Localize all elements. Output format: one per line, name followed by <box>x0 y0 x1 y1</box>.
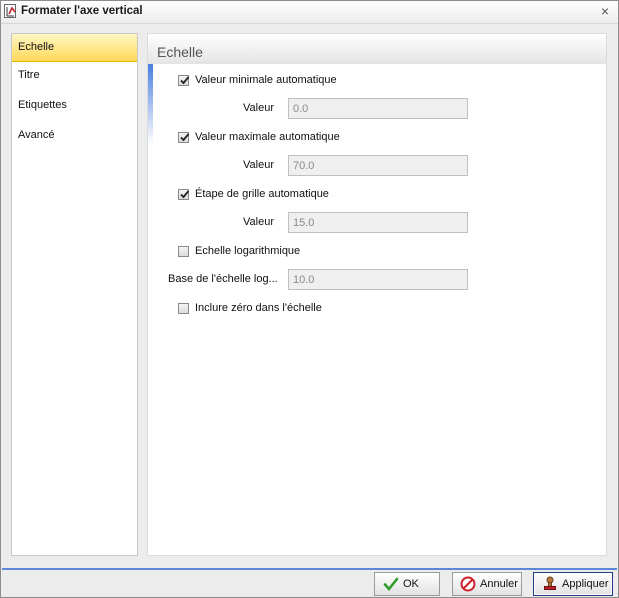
title-bar: Formater l'axe vertical × <box>1 1 618 23</box>
sidebar-item-echelle[interactable]: Echelle <box>12 34 137 62</box>
close-button[interactable]: × <box>598 4 612 18</box>
panel-header: Echelle <box>148 34 606 64</box>
step-auto-checkbox[interactable] <box>178 188 190 200</box>
category-sidebar: Echelle Titre Etiquettes Avancé <box>11 33 138 556</box>
log-scale-row: Echelle logarithmique <box>178 243 300 259</box>
step-auto-label: Étape de grille automatique <box>195 188 329 200</box>
max-auto-label: Valeur maximale automatique <box>195 131 340 143</box>
dialog-title: Formater l'axe vertical <box>21 5 143 17</box>
log-scale-checkbox[interactable] <box>178 245 189 257</box>
step-value-field[interactable] <box>288 212 468 233</box>
no-entry-icon <box>460 576 476 592</box>
min-auto-checkbox[interactable] <box>178 74 190 86</box>
step-auto-row: Étape de grille automatique <box>178 186 329 202</box>
chart-axis-icon <box>4 4 16 18</box>
step-value-label: Valeur <box>243 216 274 228</box>
ok-button[interactable]: OK <box>374 572 440 596</box>
sidebar-item-label: Titre <box>18 69 40 81</box>
include-zero-row: Inclure zéro dans l'échelle <box>178 300 322 316</box>
title-divider <box>1 23 618 24</box>
accent-bar <box>148 64 153 144</box>
panel-title: Echelle <box>157 44 203 60</box>
sidebar-item-avance[interactable]: Avancé <box>12 122 137 150</box>
include-zero-label: Inclure zéro dans l'échelle <box>195 302 322 314</box>
apply-button[interactable]: Appliquer <box>533 572 613 596</box>
close-icon: × <box>600 3 610 19</box>
checkmark-icon <box>180 189 190 198</box>
min-auto-label: Valeur minimale automatique <box>195 74 337 86</box>
log-scale-label: Echelle logarithmique <box>195 245 301 257</box>
max-auto-checkbox[interactable] <box>178 131 190 143</box>
cancel-label: Annuler <box>480 578 518 590</box>
sidebar-item-label: Avancé <box>18 129 55 141</box>
min-value-label: Valeur <box>243 102 274 114</box>
format-axis-dialog: Formater l'axe vertical × Echelle Titre … <box>0 0 619 598</box>
log-base-label: Base de l'échelle log... <box>168 273 278 285</box>
stamp-icon <box>544 576 556 590</box>
footer-divider <box>2 568 617 570</box>
checkmark-icon <box>180 132 190 141</box>
cancel-button[interactable]: Annuler <box>452 572 522 596</box>
checkmark-icon <box>180 75 190 84</box>
ok-label: OK <box>403 578 419 590</box>
max-value-label: Valeur <box>243 159 274 171</box>
min-auto-row: Valeur minimale automatique <box>178 72 337 88</box>
include-zero-checkbox[interactable] <box>178 302 189 314</box>
apply-label: Appliquer <box>562 578 609 590</box>
sidebar-item-label: Etiquettes <box>18 99 67 111</box>
min-value-field[interactable] <box>288 98 468 119</box>
max-value-field[interactable] <box>288 155 468 176</box>
log-base-field[interactable] <box>288 269 468 290</box>
max-auto-row: Valeur maximale automatique <box>178 129 340 145</box>
checkmark-icon <box>383 577 399 592</box>
sidebar-item-titre[interactable]: Titre <box>12 62 137 90</box>
sidebar-item-etiquettes[interactable]: Etiquettes <box>12 92 137 120</box>
settings-panel: Echelle Valeur minimale automatique Vale… <box>147 33 607 556</box>
sidebar-item-label: Echelle <box>18 41 55 53</box>
